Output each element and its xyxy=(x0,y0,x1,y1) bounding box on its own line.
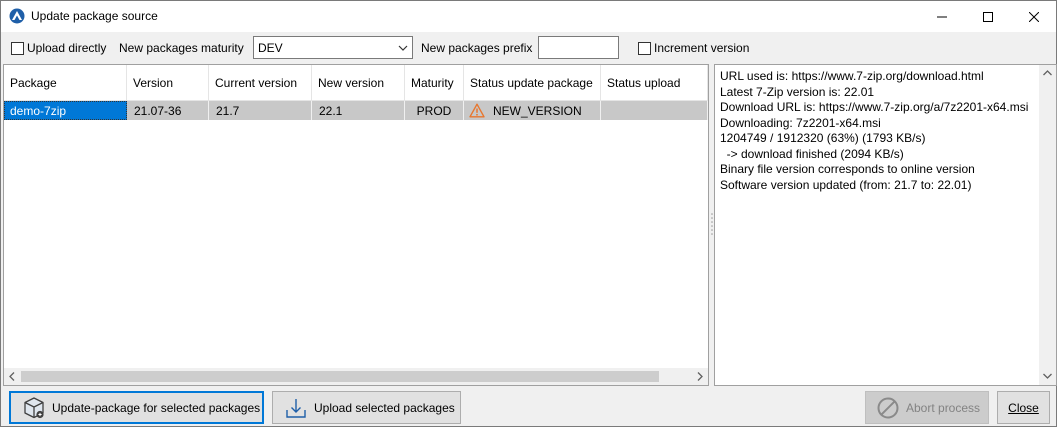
upload-arrow-icon xyxy=(286,398,306,418)
close-label: Close xyxy=(1008,400,1039,415)
vertical-scrollbar[interactable] xyxy=(1039,65,1056,385)
prohibited-icon xyxy=(877,397,899,418)
grid-header: Package Version Current version New vers… xyxy=(4,65,708,101)
update-package-button[interactable]: Update-package for selected packages xyxy=(9,391,264,424)
prefix-label: New packages prefix xyxy=(421,41,533,55)
warning-triangle-icon xyxy=(469,103,485,118)
maturity-value: DEV xyxy=(258,41,283,55)
cell-status-update[interactable]: NEW_VERSION xyxy=(464,101,601,120)
column-header-maturity[interactable]: Maturity xyxy=(405,65,464,101)
update-package-label: Update-package for selected packages xyxy=(52,400,261,415)
upload-directly-checkbox[interactable]: Upload directly xyxy=(11,33,106,63)
abort-process-button[interactable]: Abort process xyxy=(865,391,989,424)
increment-version-checkbox[interactable]: Increment version xyxy=(638,33,749,63)
window-title: Update package source xyxy=(31,9,158,23)
maturity-select[interactable]: DEV xyxy=(253,36,413,59)
upload-directly-box[interactable] xyxy=(11,41,24,55)
scroll-up-icon[interactable] xyxy=(1043,69,1052,77)
log-line: Latest 7-Zip version is: 22.01 xyxy=(720,84,875,99)
upload-selected-button[interactable]: Upload selected packages xyxy=(272,391,461,424)
column-header-version[interactable]: Version xyxy=(127,65,209,101)
close-button[interactable]: Close xyxy=(997,391,1050,424)
log-line: 1204749 / 1912320 (63%) (1793 KB/s) xyxy=(720,131,926,145)
minimize-button[interactable] xyxy=(919,1,965,32)
update-package-source-window: Update package source Upload directly Ne… xyxy=(0,0,1057,427)
wapt-app-icon xyxy=(9,8,25,24)
log-line: URL used is: https://www.7-zip.org/downl… xyxy=(720,69,984,83)
maximize-icon xyxy=(983,11,993,22)
horizontal-scrollbar[interactable] xyxy=(4,368,708,385)
scroll-down-icon[interactable] xyxy=(1043,372,1052,380)
column-header-package[interactable]: Package xyxy=(4,65,127,101)
increment-version-box[interactable] xyxy=(638,41,651,55)
log-line: Software version updated (from: 21.7 to:… xyxy=(720,177,972,192)
column-header-status-upload[interactable]: Status upload xyxy=(601,65,708,101)
status-update-text: NEW_VERSION xyxy=(493,103,582,118)
cell-status-upload[interactable] xyxy=(601,101,708,120)
cell-version[interactable]: 21.07-36 xyxy=(127,101,209,120)
close-icon xyxy=(1029,11,1039,22)
log-line: -> download finished (2094 KB/s) xyxy=(720,146,904,161)
table-row[interactable]: demo-7zip 21.07-36 21.7 22.1 PROD NEW_VE… xyxy=(4,101,708,120)
cell-maturity[interactable]: PROD xyxy=(405,101,464,120)
upload-selected-label: Upload selected packages xyxy=(314,400,455,415)
minimize-icon xyxy=(937,16,947,17)
cell-package[interactable]: demo-7zip xyxy=(4,101,127,120)
log-line: Binary file version corresponds to onlin… xyxy=(720,162,975,176)
scroll-right-icon[interactable] xyxy=(696,372,704,381)
log-line: Downloading: 7z2201-x64.msi xyxy=(720,115,881,130)
upload-directly-label: Upload directly xyxy=(27,41,107,55)
column-header-status-update[interactable]: Status update package xyxy=(464,65,601,101)
options-toolbar: Upload directly New packages maturity DE… xyxy=(1,33,1056,63)
cell-current-version[interactable]: 21.7 xyxy=(209,101,312,120)
prefix-input[interactable] xyxy=(538,36,619,59)
increment-version-label: Increment version xyxy=(654,41,750,55)
log-line: Download URL is: https://www.7-zip.org/a… xyxy=(720,100,1029,114)
column-header-new-version[interactable]: New version xyxy=(312,65,405,101)
package-box-icon xyxy=(24,396,44,418)
horizontal-scroll-thumb[interactable] xyxy=(21,371,659,382)
close-window-button[interactable] xyxy=(1011,1,1057,32)
log-output[interactable]: URL used is: https://www.7-zip.org/downl… xyxy=(714,64,1057,386)
title-bar: Update package source xyxy=(1,1,1056,32)
cell-new-version[interactable]: 22.1 xyxy=(312,101,405,120)
log-lines: URL used is: https://www.7-zip.org/downl… xyxy=(720,69,1040,193)
column-header-current-version[interactable]: Current version xyxy=(209,65,312,101)
maximize-button[interactable] xyxy=(965,1,1011,32)
maturity-label: New packages maturity xyxy=(119,41,244,55)
abort-process-label: Abort process xyxy=(906,400,981,415)
package-grid[interactable]: Package Version Current version New vers… xyxy=(3,64,709,386)
scroll-left-icon[interactable] xyxy=(8,372,16,381)
chevron-down-icon xyxy=(398,45,408,51)
